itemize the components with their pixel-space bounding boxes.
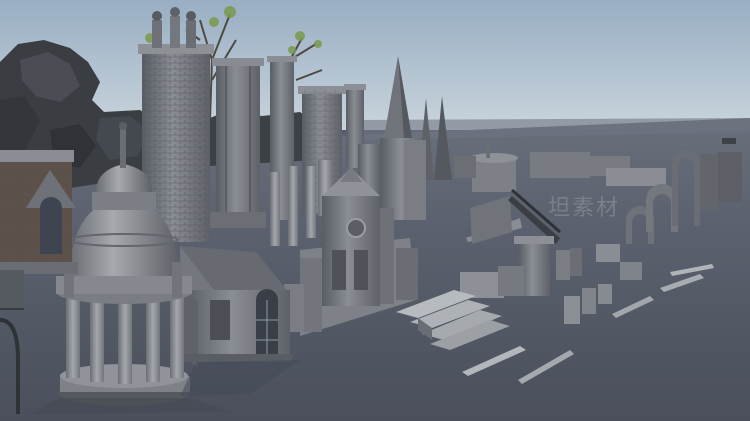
left-ledge (0, 270, 24, 308)
left-chapel (0, 150, 78, 274)
medieval-asset-showcase (0, 0, 750, 421)
sky (0, 0, 750, 130)
game-viewport: 坦素材 (0, 0, 750, 421)
